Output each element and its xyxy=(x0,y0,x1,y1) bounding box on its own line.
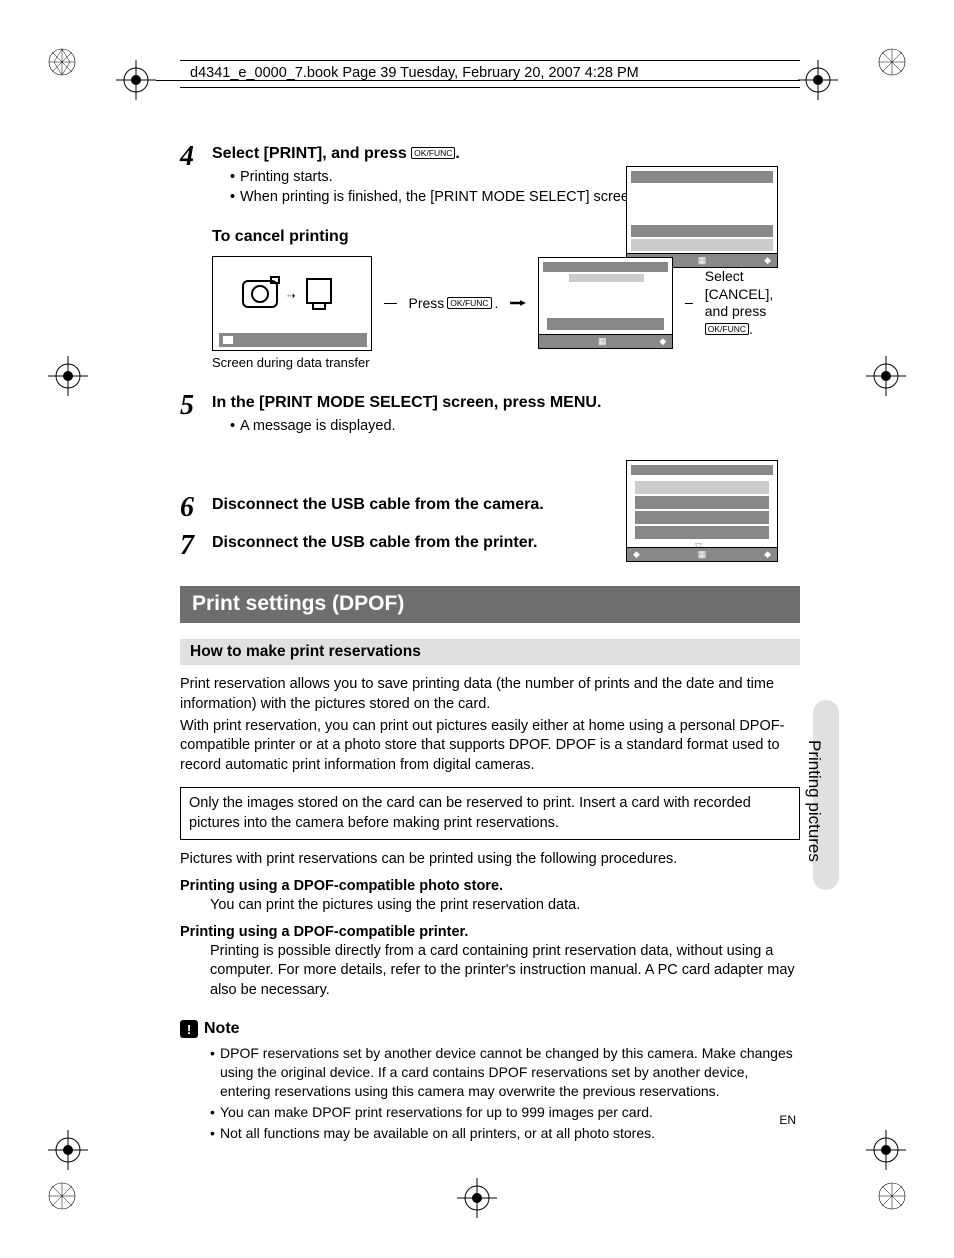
section-heading: Print settings (DPOF) xyxy=(180,586,800,623)
paragraph: Pictures with print reservations can be … xyxy=(180,850,800,870)
register-mark-icon xyxy=(116,60,156,100)
step4-title-after: . xyxy=(455,145,459,162)
okfunc-button-label: OK/FUNC xyxy=(447,297,491,309)
press-after: . xyxy=(495,295,499,311)
crop-mark-icon xyxy=(878,1182,906,1210)
sub-section-heading: How to make print reservations xyxy=(180,639,800,665)
step-number: 6 xyxy=(180,494,212,522)
proc1-body: You can print the pictures using the pri… xyxy=(210,896,800,916)
leader-line xyxy=(685,303,693,304)
note-icon: ! xyxy=(180,1020,198,1038)
press-text: Press xyxy=(409,295,445,311)
side-tab-label: Printing pictures xyxy=(804,740,824,862)
register-mark-icon xyxy=(866,1130,906,1170)
crop-mark-icon xyxy=(878,48,906,76)
okfunc-button-label: OK/FUNC xyxy=(411,147,455,159)
select-cancel-text: Select [CANCEL], and press xyxy=(705,268,773,319)
lcd-screen-illustration: ▦◆ xyxy=(538,257,673,349)
step-number: 7 xyxy=(180,532,212,560)
step4-title: Select [PRINT], and press OK/FUNC. xyxy=(212,143,800,165)
menu-button-label: MENU xyxy=(550,394,597,411)
step-number: 5 xyxy=(180,392,212,437)
crop-mark-icon xyxy=(48,1182,76,1210)
boxed-note: Only the images stored on the card can b… xyxy=(180,787,800,840)
register-mark-icon xyxy=(457,1178,497,1218)
register-mark-icon xyxy=(866,356,906,396)
step4-title-text: Select [PRINT], and press xyxy=(212,145,411,162)
arrow-right-icon xyxy=(510,296,526,310)
paragraph: Print reservation allows you to save pri… xyxy=(180,675,800,714)
paragraph: With print reservation, you can print ou… xyxy=(180,717,800,776)
proc1-heading: Printing using a DPOF-compatible photo s… xyxy=(180,878,800,894)
lcd-screen-illustration: ◆▦◆ xyxy=(626,166,778,268)
transfer-screen-illustration: ⇢ xyxy=(212,256,372,351)
step5-title: In the [PRINT MODE SELECT] screen, press… xyxy=(212,392,800,414)
note-label: Note xyxy=(204,1020,240,1038)
lcd-screen-illustration: ▽ ◆▦◆ xyxy=(626,460,778,562)
step-number: 4 xyxy=(180,143,212,208)
press-okfunc-label: Press OK/FUNC. xyxy=(409,295,499,311)
okfunc-button-label: OK/FUNC xyxy=(705,323,749,335)
note-heading: ! Note xyxy=(180,1020,800,1038)
svg-text:⇢: ⇢ xyxy=(287,291,295,302)
note-bullet: DPOF reservations set by another device … xyxy=(210,1044,800,1101)
register-mark-icon xyxy=(798,60,838,100)
select-cancel-after: . xyxy=(749,321,753,337)
step5-bullet: A message is displayed. xyxy=(230,417,800,437)
leader-line xyxy=(384,303,397,304)
crop-mark-icon xyxy=(48,48,76,76)
page-header: d4341_e_0000_7.book Page 39 Tuesday, Feb… xyxy=(180,60,800,88)
transfer-caption: Screen during data transfer xyxy=(212,355,800,370)
select-cancel-label: Select [CANCEL], and press OK/FUNC. xyxy=(705,268,800,338)
note-bullet: You can make DPOF print reservations for… xyxy=(210,1103,800,1122)
step5-title-text: In the [PRINT MODE SELECT] screen, press xyxy=(212,394,550,411)
proc2-heading: Printing using a DPOF-compatible printer… xyxy=(180,924,800,940)
step5-title-after: . xyxy=(597,394,601,411)
register-mark-icon xyxy=(48,356,88,396)
proc2-body: Printing is possible directly from a car… xyxy=(210,942,800,1001)
register-mark-icon xyxy=(48,1130,88,1170)
note-bullet: Not all functions may be available on al… xyxy=(210,1124,800,1143)
